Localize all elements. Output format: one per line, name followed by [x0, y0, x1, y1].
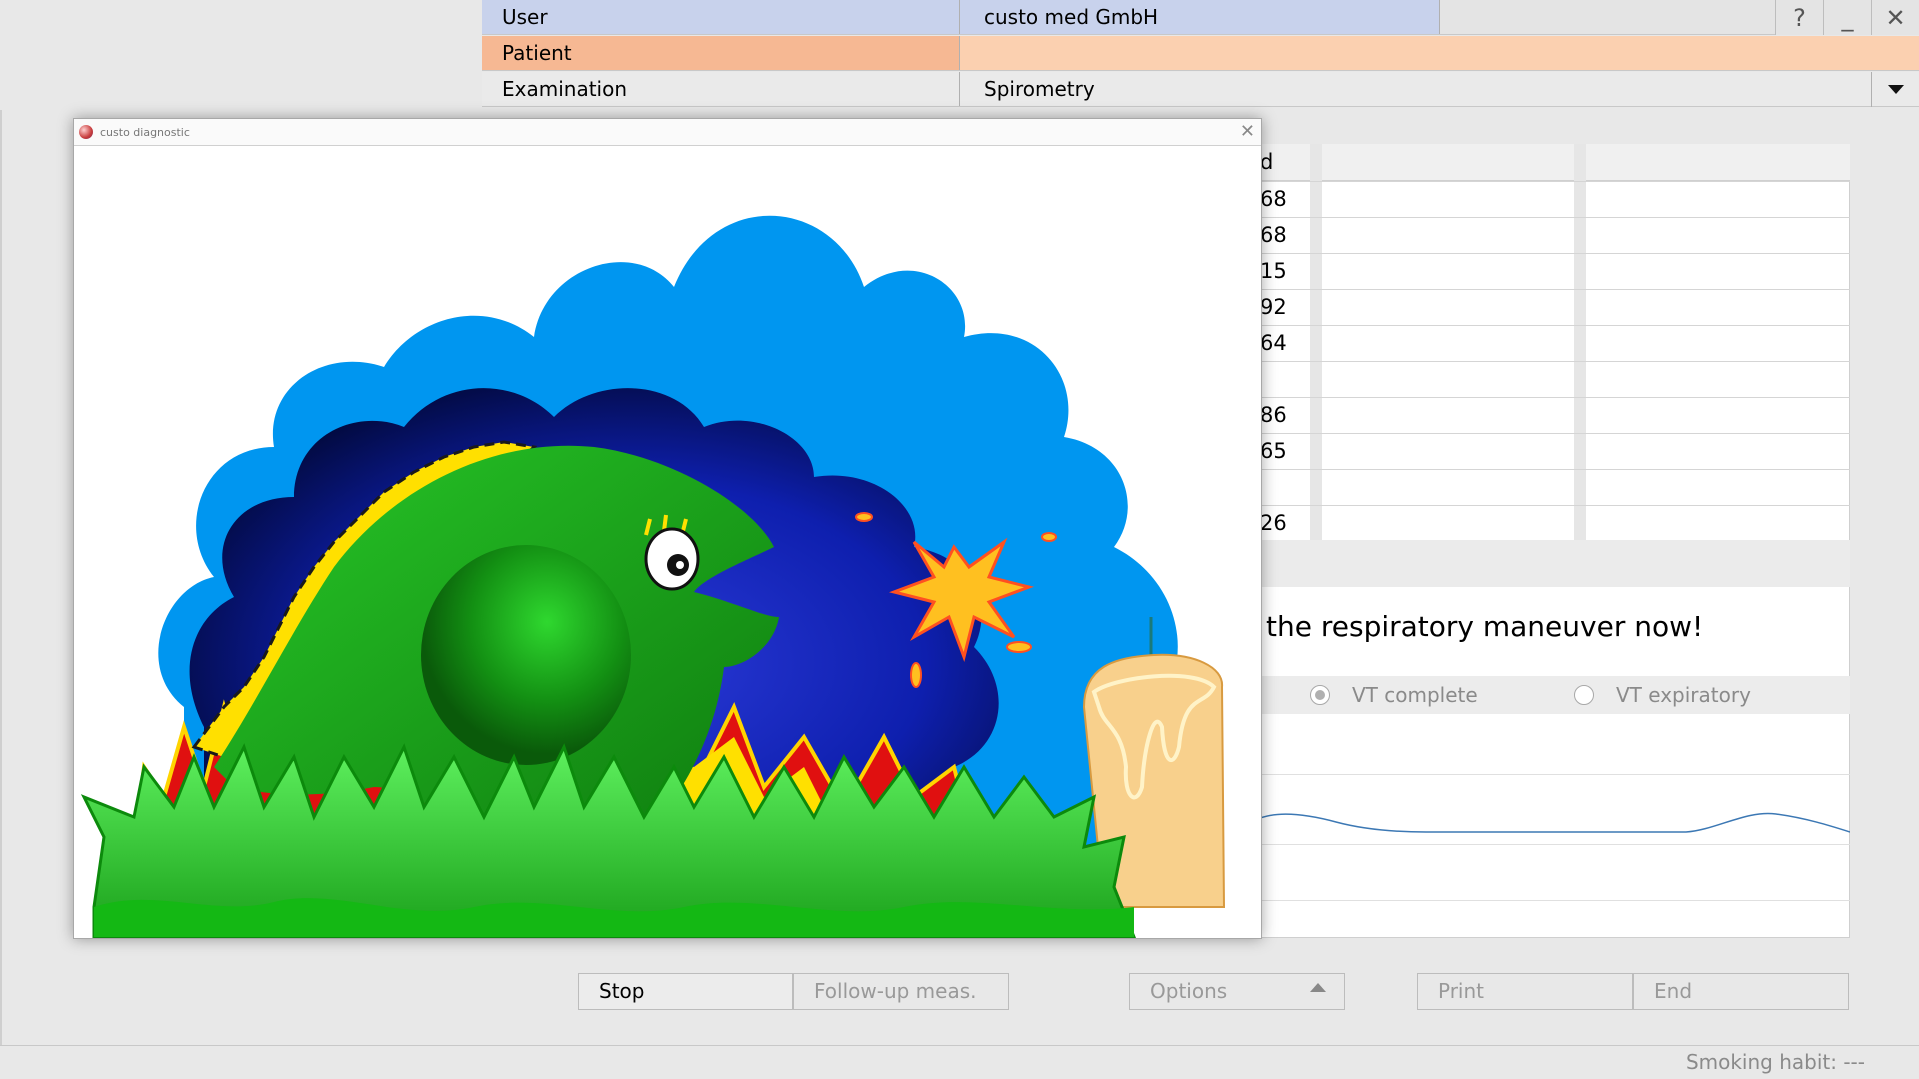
popup-titlebar[interactable]: custo diagnostic ✕: [74, 119, 1261, 146]
table-cell: 15: [1260, 259, 1287, 283]
header-user-row: User custo med GmbH ? _ ✕: [482, 0, 1919, 35]
header-filler: [1440, 0, 1775, 34]
window-left-edge: [0, 110, 2, 1045]
table-header-fragment: d: [1260, 150, 1274, 174]
breathing-curve: [1256, 714, 1850, 938]
header-exam-row[interactable]: Examination Spirometry: [482, 72, 1919, 107]
smoking-habit-status: Smoking habit: ---: [1685, 1050, 1865, 1074]
print-button[interactable]: Print: [1417, 973, 1633, 1010]
vt-radio-group: VT complete VT expiratory: [1256, 676, 1850, 714]
chevron-up-icon: [1310, 983, 1326, 992]
end-button[interactable]: End: [1633, 973, 1849, 1010]
table-cell: 86: [1260, 403, 1287, 427]
status-bar: Smoking habit: ---: [0, 1045, 1919, 1079]
stop-button[interactable]: Stop: [578, 973, 793, 1010]
vt-complete-radio[interactable]: [1310, 685, 1330, 705]
popup-title: custo diagnostic: [100, 126, 190, 139]
animation-popup: custo diagnostic ✕: [73, 118, 1262, 939]
options-button[interactable]: Options: [1129, 973, 1345, 1010]
exam-dropdown-button[interactable]: [1871, 72, 1919, 107]
table-cell: 92: [1260, 295, 1287, 319]
table-cell: [1256, 361, 1298, 397]
help-button[interactable]: ?: [1775, 0, 1823, 35]
table-cell: [1256, 469, 1298, 505]
results-panel: d 68 68 15 92 64 86 65 26 the respirator…: [1256, 144, 1850, 938]
table-header: d: [1256, 144, 1850, 181]
close-button[interactable]: ✕: [1871, 0, 1919, 35]
table-cell: 65: [1260, 439, 1287, 463]
vt-expiratory-label[interactable]: VT expiratory: [1616, 676, 1751, 714]
exam-value[interactable]: Spirometry: [960, 72, 1871, 106]
exam-label: Examination: [482, 72, 960, 106]
table-column-divider: [1310, 144, 1322, 540]
options-label: Options: [1150, 979, 1228, 1003]
popup-close-icon[interactable]: ✕: [1240, 121, 1255, 143]
table-cell: 68: [1260, 223, 1287, 247]
minimize-button[interactable]: _: [1823, 0, 1871, 35]
patient-value[interactable]: [960, 36, 1919, 70]
user-label: User: [482, 0, 960, 34]
breathing-curve-line: [1256, 812, 1850, 833]
table-cell: 26: [1260, 511, 1287, 535]
app-icon: [79, 125, 93, 139]
table-column-divider: [1574, 144, 1586, 540]
user-value: custo med GmbH: [960, 0, 1440, 34]
chevron-down-icon: [1887, 84, 1904, 94]
patient-label: Patient: [482, 36, 960, 70]
incentive-animation-image: [80, 215, 1226, 938]
table-cell: 68: [1260, 187, 1287, 211]
vt-complete-label[interactable]: VT complete: [1352, 676, 1478, 714]
table-cell: 64: [1260, 331, 1287, 355]
panel-separator: [1256, 540, 1850, 587]
follow-up-button[interactable]: Follow-up meas.: [793, 973, 1009, 1010]
instruction-text: the respiratory maneuver now!: [1266, 610, 1704, 643]
header-patient-row[interactable]: Patient: [482, 36, 1919, 71]
vt-expiratory-radio[interactable]: [1574, 685, 1594, 705]
